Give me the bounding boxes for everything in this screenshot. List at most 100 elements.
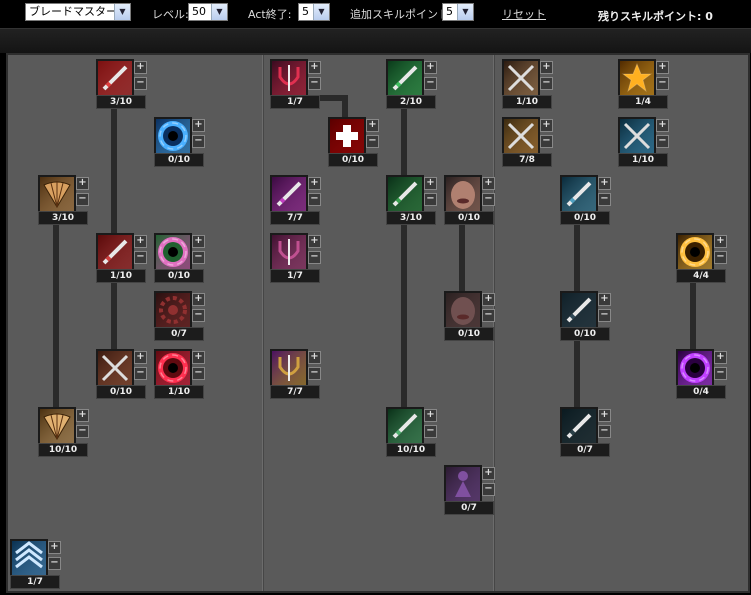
decrease-skill-button[interactable]: − — [424, 77, 437, 90]
skill-icon-frame[interactable] — [386, 407, 424, 445]
skill-icon-frame[interactable] — [96, 233, 134, 271]
decrease-skill-button[interactable]: − — [48, 557, 61, 570]
skill-slot[interactable]: + − 0/4 — [676, 349, 728, 401]
skill-icon-frame[interactable] — [502, 59, 540, 97]
chevron-down-icon[interactable]: ▼ — [114, 4, 130, 20]
decrease-skill-button[interactable]: − — [192, 309, 205, 322]
decrease-skill-button[interactable]: − — [482, 193, 495, 206]
decrease-skill-button[interactable]: − — [308, 193, 321, 206]
decrease-skill-button[interactable]: − — [598, 309, 611, 322]
skill-icon-frame[interactable] — [560, 175, 598, 213]
skill-icon-frame[interactable] — [270, 349, 308, 387]
increase-skill-button[interactable]: + — [192, 293, 205, 306]
skill-icon-frame[interactable] — [676, 233, 714, 271]
increase-skill-button[interactable]: + — [714, 351, 727, 364]
skill-slot[interactable]: + − 0/7 — [560, 407, 612, 459]
class-select[interactable]: ブレードマスター ▼ — [25, 3, 131, 21]
increase-skill-button[interactable]: + — [76, 409, 89, 422]
skill-slot[interactable]: + − 1/7 — [270, 59, 322, 111]
skill-slot[interactable]: + − 1/10 — [154, 349, 206, 401]
increase-skill-button[interactable]: + — [308, 61, 321, 74]
increase-skill-button[interactable]: + — [308, 235, 321, 248]
skill-slot[interactable]: + − 10/10 — [38, 407, 90, 459]
increase-skill-button[interactable]: + — [424, 177, 437, 190]
skill-slot[interactable]: + − 3/10 — [38, 175, 90, 227]
skill-icon-frame[interactable] — [502, 117, 540, 155]
increase-skill-button[interactable]: + — [424, 409, 437, 422]
skill-slot[interactable]: + − 0/10 — [154, 233, 206, 285]
increase-skill-button[interactable]: + — [656, 61, 669, 74]
decrease-skill-button[interactable]: − — [308, 367, 321, 380]
increase-skill-button[interactable]: + — [192, 119, 205, 132]
skill-icon-frame[interactable] — [444, 175, 482, 213]
increase-skill-button[interactable]: + — [308, 351, 321, 364]
increase-skill-button[interactable]: + — [656, 119, 669, 132]
skill-icon-frame[interactable] — [618, 59, 656, 97]
skill-slot[interactable]: + − 1/10 — [96, 233, 148, 285]
chevron-down-icon[interactable]: ▼ — [211, 4, 227, 20]
skill-slot[interactable]: + − 1/7 — [10, 539, 62, 591]
increase-skill-button[interactable]: + — [598, 409, 611, 422]
skill-slot[interactable]: + − 1/7 — [270, 233, 322, 285]
increase-skill-button[interactable]: + — [424, 61, 437, 74]
decrease-skill-button[interactable]: − — [192, 251, 205, 264]
increase-skill-button[interactable]: + — [540, 61, 553, 74]
increase-skill-button[interactable]: + — [134, 235, 147, 248]
reset-link[interactable]: リセット — [502, 6, 546, 22]
skill-icon-frame[interactable] — [154, 349, 192, 387]
skill-icon-frame[interactable] — [618, 117, 656, 155]
skill-slot[interactable]: + − 0/10 — [154, 117, 206, 169]
skill-icon-frame[interactable] — [96, 349, 134, 387]
decrease-skill-button[interactable]: − — [656, 77, 669, 90]
decrease-skill-button[interactable]: − — [134, 367, 147, 380]
skill-slot[interactable]: + − 1/10 — [618, 117, 670, 169]
decrease-skill-button[interactable]: − — [714, 251, 727, 264]
increase-skill-button[interactable]: + — [366, 119, 379, 132]
decrease-skill-button[interactable]: − — [192, 135, 205, 148]
skill-slot[interactable]: + − 2/10 — [386, 59, 438, 111]
increase-skill-button[interactable]: + — [48, 541, 61, 554]
decrease-skill-button[interactable]: − — [540, 135, 553, 148]
skill-icon-frame[interactable] — [270, 59, 308, 97]
act-select[interactable]: 5 ▼ — [298, 3, 330, 21]
skill-slot[interactable]: + − 7/7 — [270, 175, 322, 227]
decrease-skill-button[interactable]: − — [76, 425, 89, 438]
skill-slot[interactable]: + − 7/7 — [270, 349, 322, 401]
skill-icon-frame[interactable] — [154, 233, 192, 271]
skill-icon-frame[interactable] — [96, 59, 134, 97]
skill-slot[interactable]: + − 0/10 — [328, 117, 380, 169]
skill-icon-frame[interactable] — [38, 175, 76, 213]
decrease-skill-button[interactable]: − — [308, 251, 321, 264]
chevron-down-icon[interactable]: ▼ — [457, 4, 473, 20]
decrease-skill-button[interactable]: − — [192, 367, 205, 380]
increase-skill-button[interactable]: + — [598, 177, 611, 190]
skill-icon-frame[interactable] — [560, 407, 598, 445]
skill-slot[interactable]: + − 0/10 — [560, 291, 612, 343]
skill-icon-frame[interactable] — [154, 291, 192, 329]
increase-skill-button[interactable]: + — [540, 119, 553, 132]
increase-skill-button[interactable]: + — [598, 293, 611, 306]
skill-icon-frame[interactable] — [10, 539, 48, 577]
decrease-skill-button[interactable]: − — [134, 251, 147, 264]
increase-skill-button[interactable]: + — [308, 177, 321, 190]
decrease-skill-button[interactable]: − — [424, 425, 437, 438]
increase-skill-button[interactable]: + — [714, 235, 727, 248]
skill-icon-frame[interactable] — [328, 117, 366, 155]
skill-icon-frame[interactable] — [38, 407, 76, 445]
skill-slot[interactable]: + − 0/10 — [96, 349, 148, 401]
skill-slot[interactable]: + − 0/10 — [560, 175, 612, 227]
skill-slot[interactable]: + − 0/7 — [154, 291, 206, 343]
decrease-skill-button[interactable]: − — [134, 77, 147, 90]
skill-icon-frame[interactable] — [154, 117, 192, 155]
skill-slot[interactable]: + − 0/7 — [444, 465, 496, 517]
skill-icon-frame[interactable] — [560, 291, 598, 329]
increase-skill-button[interactable]: + — [76, 177, 89, 190]
bonus-select[interactable]: 5 ▼ — [442, 3, 474, 21]
skill-icon-frame[interactable] — [386, 175, 424, 213]
decrease-skill-button[interactable]: − — [656, 135, 669, 148]
skill-slot[interactable]: + − 1/10 — [502, 59, 554, 111]
increase-skill-button[interactable]: + — [134, 61, 147, 74]
level-select[interactable]: 50 ▼ — [188, 3, 228, 21]
decrease-skill-button[interactable]: − — [424, 193, 437, 206]
increase-skill-button[interactable]: + — [134, 351, 147, 364]
